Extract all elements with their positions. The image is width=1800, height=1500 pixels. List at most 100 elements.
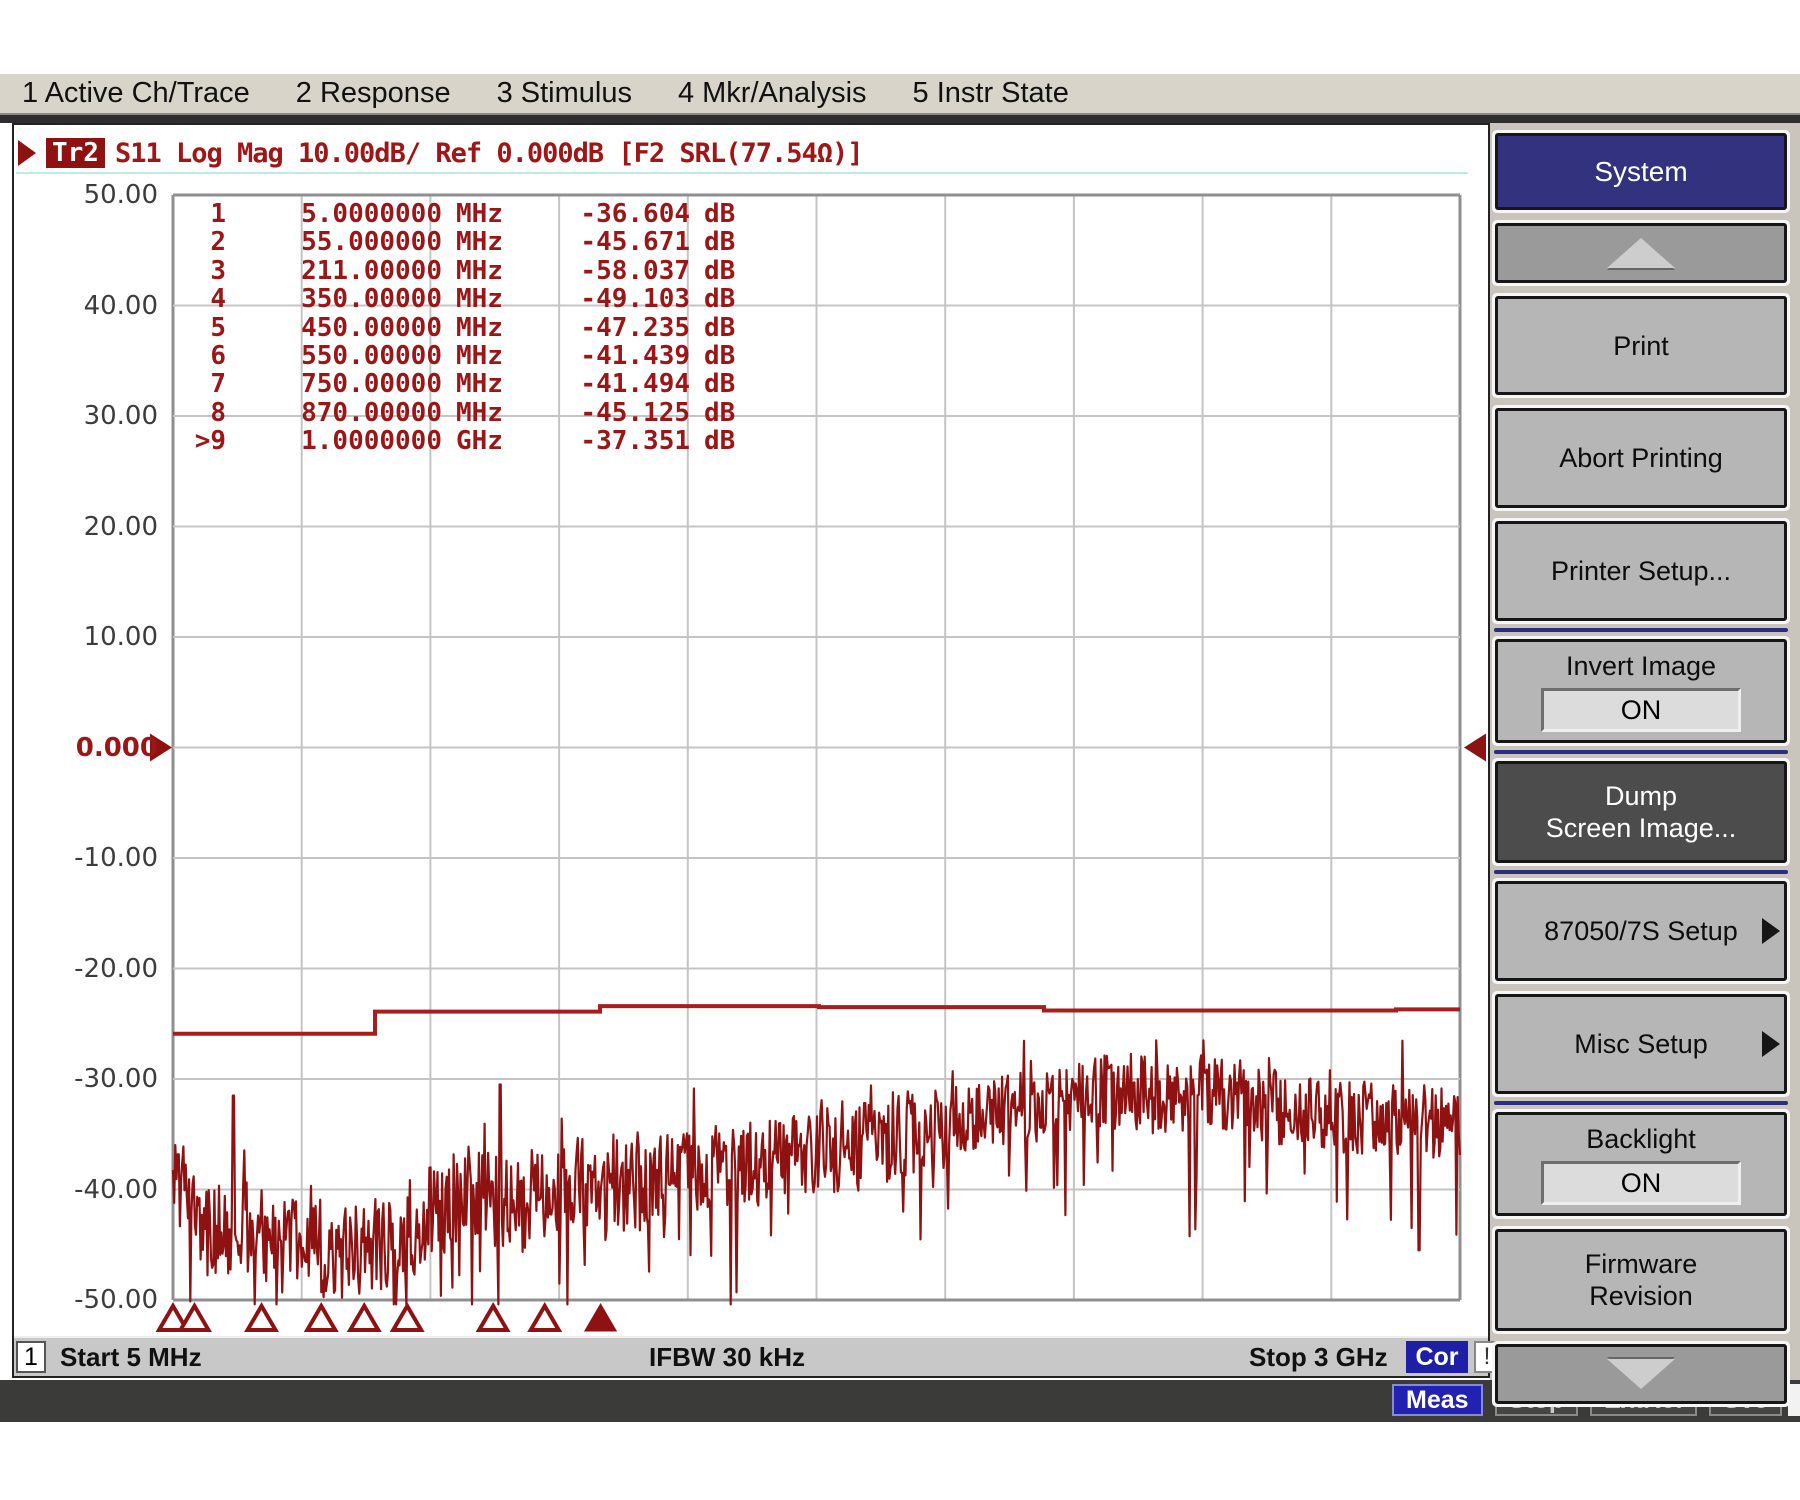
marker-row: 3211.00000MHz-58.037dB [178, 257, 735, 285]
softkey-scroll-down[interactable] [1492, 1341, 1790, 1407]
softkey-label: Firmware [1585, 1248, 1698, 1280]
y-axis-tick-10.00: 10.00 [28, 622, 158, 652]
marker-row: 7750.00000MHz-41.494dB [178, 370, 735, 398]
marker-value: -37.351 [542, 427, 690, 455]
marker-value-unit: dB [690, 314, 735, 342]
main-menubar: 1 Active Ch/Trace 2 Response 3 Stimulus 4 M… [0, 74, 1800, 115]
marker-frequency: 550.00000 [226, 342, 442, 370]
softkey-label: Print [1613, 330, 1669, 362]
scroll-down-icon [1607, 1359, 1675, 1389]
active-trace-arrow-icon [18, 140, 36, 166]
marker-value: -41.494 [542, 370, 690, 398]
trace-title: S11 Log Mag 10.00dB/ Ref 0.000dB [F2 SRL… [115, 138, 863, 169]
marker-row: 6550.00000MHz-41.439dB [178, 342, 735, 370]
softkey-label: Printer Setup... [1551, 555, 1731, 587]
marker-value-unit: dB [690, 285, 735, 313]
marker-number: 8 [178, 399, 226, 427]
menubar-divider [0, 115, 1800, 123]
softkey-87050-7s-setup[interactable]: 87050/7S Setup [1492, 878, 1790, 984]
start-frequency-label: Start 5 MHz [60, 1342, 202, 1373]
marker-unit: MHz [442, 370, 542, 398]
menubar-item-1[interactable]: 1 Active Ch/Trace [22, 77, 250, 110]
softkey-label: Revision [1589, 1280, 1693, 1312]
menubar-item-3[interactable]: 3 Stimulus [497, 77, 632, 110]
status-tab-meas[interactable]: Meas [1392, 1384, 1483, 1416]
marker-frequency: 5.0000000 [226, 200, 442, 228]
y-axis-tick--30.00: -30.00 [28, 1064, 158, 1094]
marker-row: 8870.00000MHz-45.125dB [178, 399, 735, 427]
softkey-label: System [1594, 156, 1687, 188]
softkey-menu: System Print Abort Printing Printer Setup..… [1492, 130, 1790, 1414]
marker-value-unit: dB [690, 427, 735, 455]
softkey-print[interactable]: Print [1492, 293, 1790, 398]
softkey-backlight[interactable]: Backlight ON [1492, 1109, 1790, 1219]
marker-unit: MHz [442, 228, 542, 256]
marker-frequency: 211.00000 [226, 257, 442, 285]
marker-value-unit: dB [690, 228, 735, 256]
marker-row: >91.0000000GHz-37.351dB [178, 427, 735, 455]
trace-badge[interactable]: Tr2 [46, 138, 105, 168]
softkey-scroll-up[interactable] [1492, 220, 1790, 286]
marker-number: 3 [178, 257, 226, 285]
marker-frequency: 1.0000000 [226, 427, 442, 455]
marker-frequency: 55.000000 [226, 228, 442, 256]
marker-value-unit: dB [690, 370, 735, 398]
marker-triangle [393, 1306, 421, 1330]
softkey-separator [1494, 750, 1788, 754]
menubar-item-2[interactable]: 2 Response [296, 77, 451, 110]
softkey-separator [1494, 628, 1788, 632]
softkey-printer-setup[interactable]: Printer Setup... [1492, 518, 1790, 624]
marker-row: 5450.00000MHz-47.235dB [178, 314, 735, 342]
softkey-separator [1494, 1101, 1788, 1105]
marker-row: 255.000000MHz-45.671dB [178, 228, 735, 256]
softkey-misc-setup[interactable]: Misc Setup [1492, 991, 1790, 1097]
y-axis-tick-40.00: 40.00 [28, 291, 158, 321]
marker-value: -49.103 [542, 285, 690, 313]
softkey-label: Misc Setup [1574, 1028, 1708, 1060]
submenu-arrow-icon [1762, 918, 1780, 944]
softkey-separator [1494, 870, 1788, 874]
marker-frequency: 450.00000 [226, 314, 442, 342]
softkey-abort-printing[interactable]: Abort Printing [1492, 405, 1790, 511]
marker-triangle [248, 1306, 276, 1330]
scroll-up-icon [1607, 238, 1675, 268]
correction-badge: Cor [1406, 1341, 1468, 1373]
marker-number: >9 [178, 427, 226, 455]
softkey-dump-screen-image[interactable]: DumpScreen Image... [1492, 758, 1790, 866]
y-axis-tick--40.00: -40.00 [28, 1175, 158, 1205]
marker-value: -36.604 [542, 200, 690, 228]
menubar-item-5[interactable]: 5 Instr State [913, 77, 1069, 110]
ifbw-label: IFBW 30 kHz [649, 1342, 805, 1373]
menubar-item-4[interactable]: 4 Mkr/Analysis [678, 77, 867, 110]
softkey-firmware-revision[interactable]: FirmwareRevision [1492, 1226, 1790, 1334]
marker-frequency: 350.00000 [226, 285, 442, 313]
marker-unit: MHz [442, 399, 542, 427]
marker-row: 4350.00000MHz-49.103dB [178, 285, 735, 313]
softkey-toggle-state[interactable]: ON [1541, 688, 1741, 732]
marker-triangle [350, 1306, 378, 1330]
softkey-invert-image[interactable]: Invert Image ON [1492, 636, 1790, 746]
marker-value: -47.235 [542, 314, 690, 342]
submenu-arrow-icon [1762, 1031, 1780, 1057]
softkey-system: System [1492, 130, 1790, 213]
marker-value: -45.671 [542, 228, 690, 256]
active-marker-triangle [587, 1306, 615, 1330]
softkey-label: Backlight [1586, 1123, 1696, 1155]
y-axis-tick-30.00: 30.00 [28, 401, 158, 431]
marker-value-unit: dB [690, 200, 735, 228]
marker-value: -58.037 [542, 257, 690, 285]
marker-row: 15.0000000MHz-36.604dB [178, 200, 735, 228]
channel-number-box: 1 [16, 1341, 46, 1373]
marker-value-unit: dB [690, 399, 735, 427]
marker-value-unit: dB [690, 342, 735, 370]
y-axis-tick-0.000: 0.000 [28, 733, 158, 763]
y-axis-tick--10.00: -10.00 [28, 843, 158, 873]
softkey-label: Invert Image [1566, 650, 1716, 682]
marker-unit: MHz [442, 200, 542, 228]
marker-unit: GHz [442, 427, 542, 455]
softkey-toggle-state[interactable]: ON [1541, 1161, 1741, 1205]
marker-unit: MHz [442, 257, 542, 285]
y-axis-tick-20.00: 20.00 [28, 512, 158, 542]
marker-number: 6 [178, 342, 226, 370]
vna-screen-capture: { "menubar": { "items": [ {"label": "1 A… [0, 0, 1800, 1500]
